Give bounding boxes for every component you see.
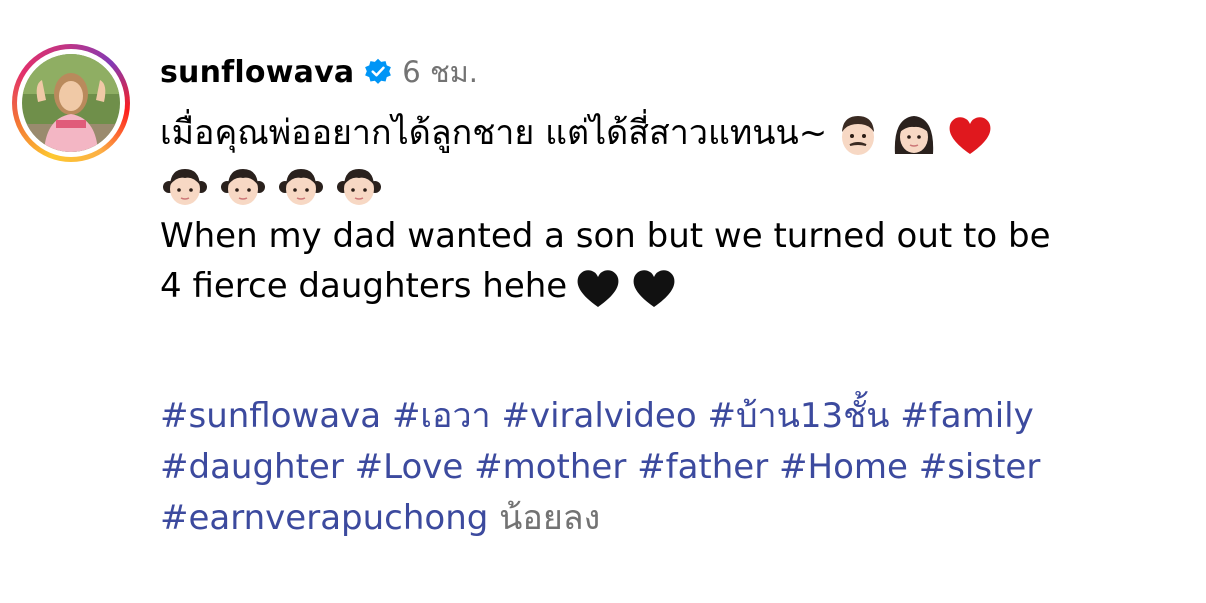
hashtag-link[interactable]: #sister: [919, 447, 1041, 487]
hashtag-link[interactable]: #เอวา: [392, 396, 491, 436]
hashtag-link[interactable]: #sunflowava: [160, 396, 381, 436]
girl-emoji-icon: [218, 161, 268, 211]
caption-line-english-2: 4 fierce daughters hehe: [160, 261, 1190, 313]
woman-emoji-icon: [889, 110, 939, 160]
avatar-story-ring[interactable]: [12, 44, 130, 162]
verified-badge-icon: [364, 58, 392, 86]
man-emoji-icon: [833, 110, 883, 160]
username-link[interactable]: sunflowava: [160, 55, 354, 90]
caption-thai-text: เมื่อคุณพ่ออยากได้ลูกชาย แต่ได้สี่สาวแทน…: [160, 113, 828, 153]
hashtag-link[interactable]: #Love: [355, 447, 464, 487]
caption-english-2-text: 4 fierce daughters hehe: [160, 266, 568, 306]
caption-line-english-1: When my dad wanted a son but we turned o…: [160, 216, 1051, 256]
post-caption-block: sunflowava 6 ชม. เมื่อคุณพ่ออยากได้ลูกชา…: [160, 50, 1190, 544]
caption-text: เมื่อคุณพ่ออยากได้ลูกชาย แต่ได้สี่สาวแทน…: [160, 108, 1190, 313]
avatar-image: [22, 54, 120, 152]
hashtag-list: #sunflowava #เอวา #viralvideo #บ้าน13ชั้…: [160, 391, 1190, 544]
avatar[interactable]: [22, 54, 120, 152]
black-heart-emoji-icon: [573, 263, 623, 313]
caption-emojis-line2: [160, 161, 384, 211]
hashtag-link[interactable]: #viralvideo: [501, 396, 696, 436]
hashtag-link[interactable]: #บ้าน13ชั้น: [707, 396, 889, 436]
hashtag-link[interactable]: #father: [637, 447, 768, 487]
hashtag-line-2: #daughter #Love #mother #father #Home #s…: [160, 442, 1190, 493]
show-less-button[interactable]: น้อยลง: [499, 498, 600, 538]
caption-line-girls: [160, 160, 1190, 212]
hashtag-link[interactable]: #mother: [474, 447, 626, 487]
hashtag-link[interactable]: #daughter: [160, 447, 344, 487]
black-heart-emoji-icon: [629, 263, 679, 313]
hashtag-line-3: #earnverapuchong น้อยลง: [160, 493, 1190, 544]
hashtag-line-1: #sunflowava #เอวา #viralvideo #บ้าน13ชั้…: [160, 391, 1190, 442]
post-timestamp[interactable]: 6 ชม.: [402, 49, 478, 95]
caption-emojis-line4: [573, 263, 679, 313]
caption-emojis-line1: [833, 110, 995, 160]
post-header: sunflowava 6 ชม.: [160, 50, 1190, 94]
caption-line-thai: เมื่อคุณพ่ออยากได้ลูกชาย แต่ได้สี่สาวแทน…: [160, 108, 1190, 160]
girl-emoji-icon: [334, 161, 384, 211]
girl-emoji-icon: [276, 161, 326, 211]
red-heart-emoji-icon: [945, 110, 995, 160]
hashtag-link[interactable]: #earnverapuchong: [160, 498, 488, 538]
hashtag-link[interactable]: #Home: [779, 447, 908, 487]
hashtag-link[interactable]: #family: [900, 396, 1033, 436]
girl-emoji-icon: [160, 161, 210, 211]
avatar-ring-gap: [17, 49, 125, 157]
